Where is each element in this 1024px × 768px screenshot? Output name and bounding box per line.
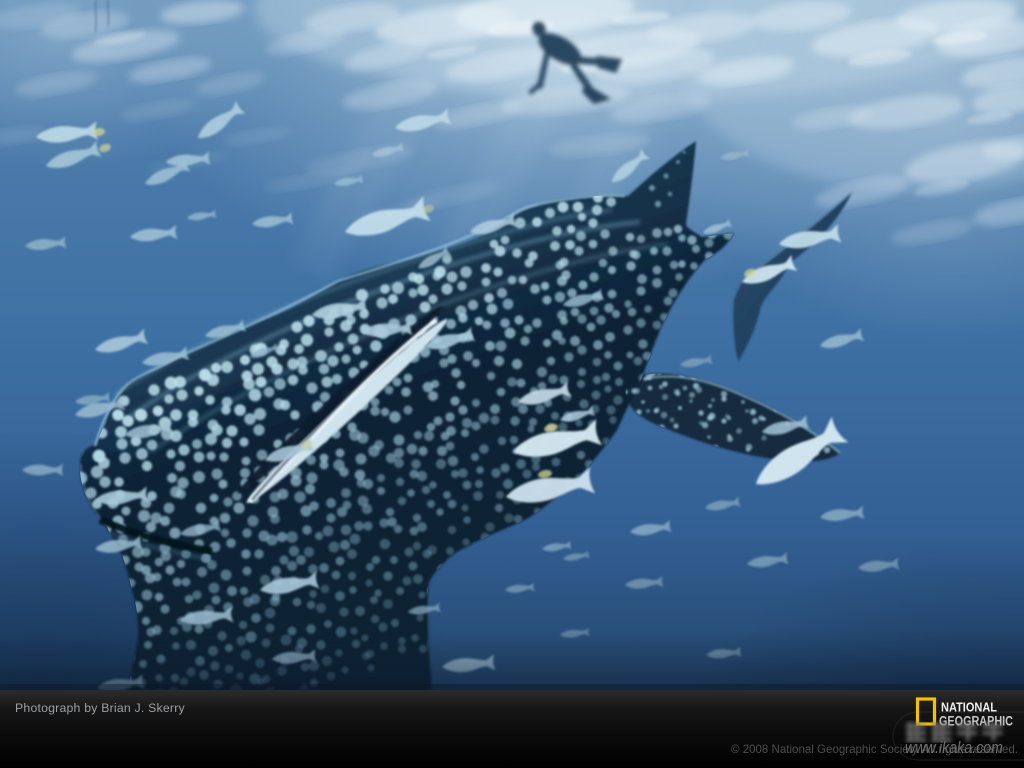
svg-text:www.ikaka.com: www.ikaka.com (905, 739, 1003, 757)
svg-text:Photograph by Brian J. Skerry: Photograph by Brian J. Skerry (15, 701, 185, 715)
svg-text:NATIONAL: NATIONAL (941, 700, 997, 715)
